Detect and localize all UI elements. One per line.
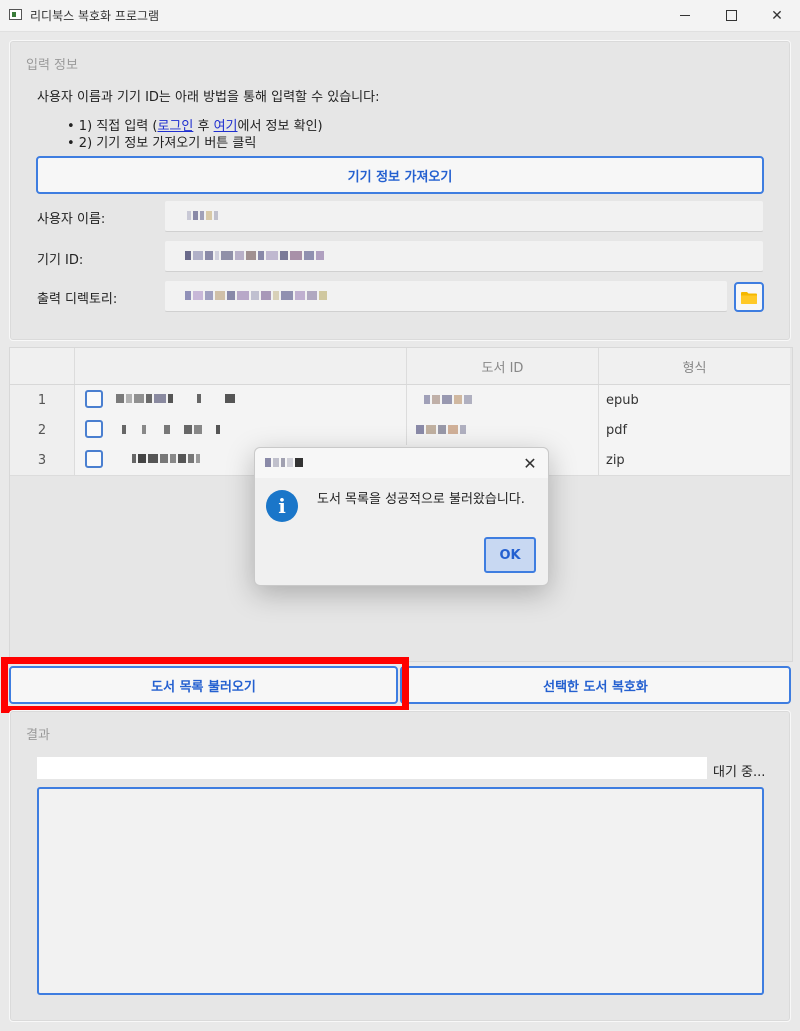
message-dialog: ✕ i 도서 목록을 성공적으로 불러왔습니다. OK [254, 447, 549, 586]
instruction-bullet-2: • 2) 기기 정보 가져오기 버튼 클릭 [67, 136, 257, 151]
table-row[interactable]: 1 epub [10, 385, 790, 416]
progress-bar [37, 757, 707, 779]
book-format: pdf [606, 422, 628, 438]
browse-folder-button[interactable] [734, 282, 764, 312]
header-title [75, 348, 406, 384]
redacted-dialog-title [265, 458, 303, 467]
decrypt-selected-button[interactable]: 선택한 도서 복호화 [400, 666, 791, 704]
redacted-book-id [416, 425, 466, 434]
table-row[interactable]: 2 pdf [10, 415, 790, 446]
close-icon: ✕ [771, 7, 783, 24]
row-number: 3 [10, 445, 75, 475]
result-title: 결과 [26, 728, 50, 743]
redacted-text [187, 211, 218, 220]
output-dir-field[interactable] [164, 280, 728, 312]
highlight-annotation [1, 657, 409, 713]
username-field[interactable] [164, 200, 764, 232]
header-row-number [10, 348, 74, 384]
row-checkbox[interactable] [85, 450, 103, 468]
username-label: 사용자 이름: [37, 212, 106, 227]
device-id-label: 기기 ID: [37, 253, 84, 268]
redacted-title [122, 425, 220, 434]
info-icon: i [266, 490, 298, 522]
book-format: epub [606, 392, 639, 408]
minimize-button[interactable] [662, 0, 708, 31]
maximize-button[interactable] [708, 0, 754, 31]
device-id-field[interactable] [164, 240, 764, 272]
app-icon [9, 9, 22, 20]
close-button[interactable]: ✕ [754, 0, 800, 31]
window-title: 리디북스 복호화 프로그램 [30, 9, 160, 23]
table-header: 도서 ID 형식 [10, 348, 790, 385]
row-checkbox[interactable] [85, 390, 103, 408]
folder-icon [741, 291, 757, 304]
header-format: 형식 [682, 360, 707, 376]
result-log-textarea[interactable] [37, 787, 764, 995]
header-book-id: 도서 ID [481, 360, 524, 376]
status-text: 대기 중... [713, 765, 766, 780]
dialog-message: 도서 목록을 성공적으로 불러왔습니다. [317, 492, 525, 507]
redacted-title [116, 394, 235, 403]
close-icon: ✕ [523, 453, 537, 473]
redacted-book-id [424, 395, 472, 404]
maximize-icon [725, 10, 737, 21]
redacted-text [185, 291, 327, 300]
dialog-titlebar: ✕ [255, 448, 548, 478]
row-number: 1 [10, 385, 75, 415]
dialog-close-button[interactable]: ✕ [520, 453, 540, 473]
row-checkbox[interactable] [85, 420, 103, 438]
row-number: 2 [10, 415, 75, 445]
window-titlebar: 리디북스 복호화 프로그램 ✕ [0, 0, 800, 32]
input-info-title: 입력 정보 [26, 58, 78, 73]
ok-button[interactable]: OK [484, 537, 536, 573]
minimize-icon [680, 15, 690, 16]
fetch-device-info-button[interactable]: 기기 정보 가져오기 [36, 156, 764, 194]
instruction-text: 사용자 이름과 기기 ID는 아래 방법을 통해 입력할 수 있습니다: [37, 90, 380, 105]
redacted-text [185, 251, 324, 260]
output-dir-label: 출력 디렉토리: [37, 292, 118, 307]
book-format: zip [606, 452, 625, 468]
redacted-title [132, 454, 200, 463]
